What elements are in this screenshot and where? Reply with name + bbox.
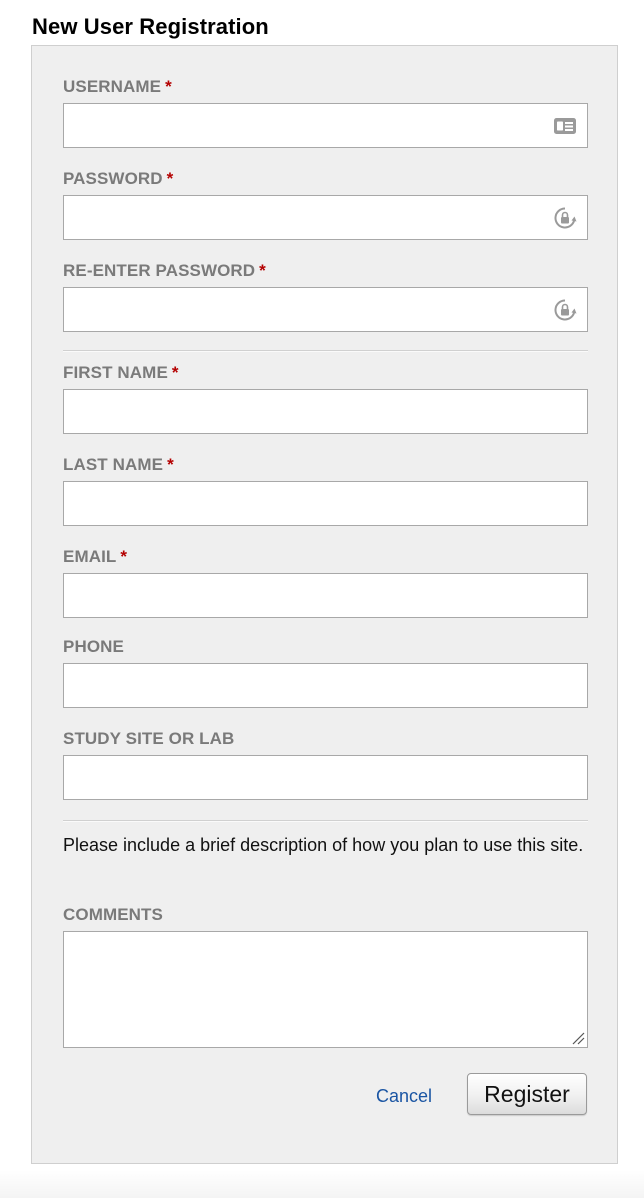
comments-instructions: Please include a brief description of ho…	[63, 835, 584, 855]
registration-form-panel: USERNAME * PASSWORD * RE-ENTER PASSWORD …	[31, 45, 618, 1164]
reenter-password-label: RE-ENTER PASSWORD *	[63, 261, 266, 280]
username-label: USERNAME *	[63, 77, 172, 96]
page-title: New User Registration	[32, 14, 269, 39]
study-site-label: STUDY SITE OR LAB	[63, 729, 235, 748]
resize-grip-icon[interactable]	[571, 1031, 585, 1045]
reenter-password-input[interactable]	[63, 287, 588, 332]
section-divider	[63, 350, 588, 352]
required-marker: *	[259, 261, 266, 280]
register-button[interactable]: Register	[467, 1073, 587, 1115]
username-input[interactable]	[63, 103, 588, 148]
section-divider	[63, 820, 588, 822]
required-marker: *	[171, 363, 179, 382]
phone-input[interactable]	[63, 663, 588, 708]
password-input[interactable]	[63, 195, 588, 240]
registration-page: New User Registration USERNAME * PASSWORD…	[0, 0, 644, 1198]
required-marker: *	[167, 455, 174, 474]
email-input[interactable]	[63, 573, 588, 618]
first-name-label: FIRST NAME *	[63, 363, 179, 382]
password-lock-icon	[554, 299, 577, 320]
contact-card-icon	[554, 117, 576, 134]
email-label: EMAIL *	[63, 547, 128, 566]
last-name-label: LAST NAME *	[63, 455, 174, 474]
password-label: PASSWORD *	[63, 169, 174, 188]
cancel-link[interactable]: Cancel	[376, 1086, 432, 1107]
required-marker: *	[120, 547, 128, 566]
last-name-input[interactable]	[63, 481, 588, 526]
comments-label: COMMENTS	[63, 905, 163, 924]
first-name-input[interactable]	[63, 389, 588, 434]
study-site-input[interactable]	[63, 755, 588, 800]
comments-textarea[interactable]	[63, 931, 588, 1048]
password-lock-icon	[554, 207, 577, 228]
phone-label: PHONE	[63, 637, 124, 656]
required-marker: *	[165, 77, 172, 96]
required-marker: *	[166, 169, 174, 188]
